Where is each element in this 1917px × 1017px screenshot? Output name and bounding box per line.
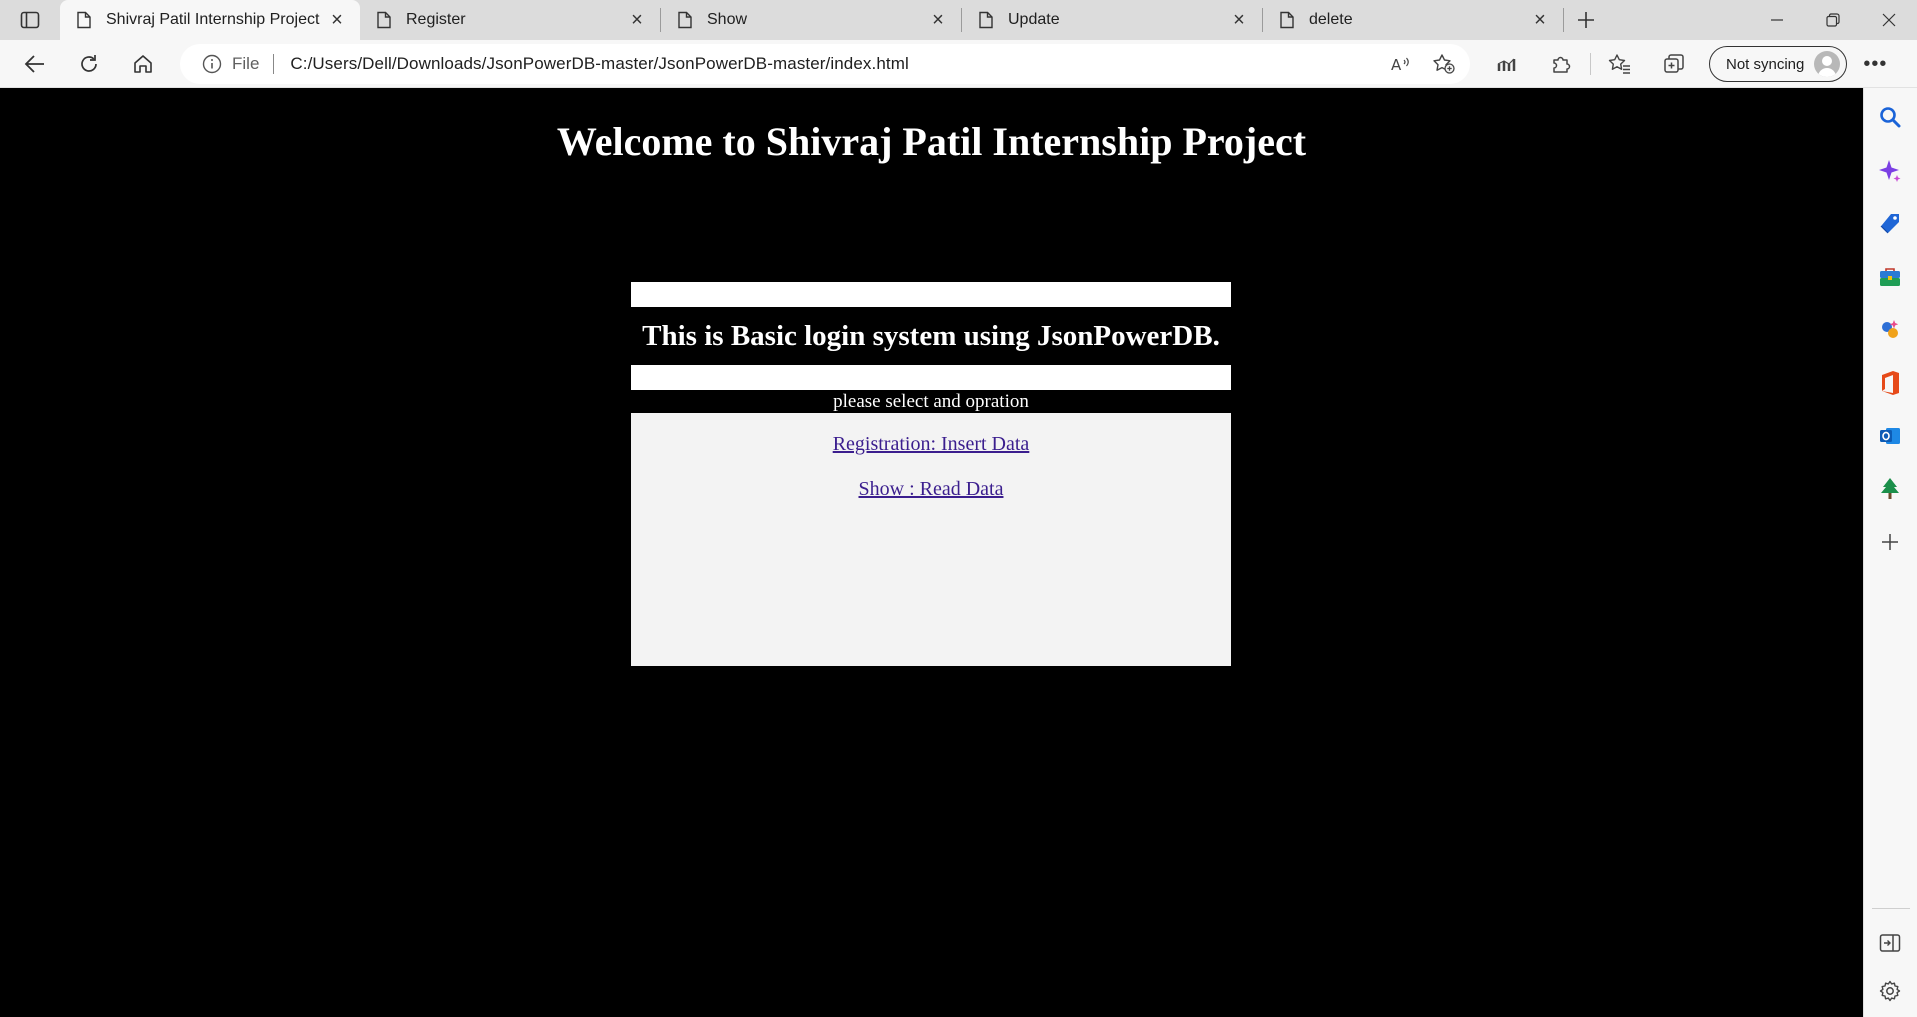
tab-show[interactable]: Show × [661, 0, 961, 40]
back-arrow-icon [24, 54, 44, 73]
hide-sidebar-button[interactable] [1877, 930, 1903, 956]
tab-title: Show [707, 11, 748, 28]
login-panel: This is Basic login system using JsonPow… [631, 282, 1231, 666]
operation-links: Registration: Insert Data Show : Read Da… [631, 413, 1231, 666]
add-sidebar-app-button[interactable] [1877, 529, 1903, 555]
scheme-label: File [232, 54, 260, 73]
performance-button[interactable] [1480, 40, 1534, 88]
favorites-button[interactable] [1593, 40, 1647, 88]
shopping-button[interactable] [1877, 211, 1903, 237]
close-icon[interactable]: × [328, 9, 346, 31]
drop-button[interactable] [1877, 476, 1903, 502]
edge-sidebar [1863, 88, 1917, 1017]
close-window-button[interactable] [1861, 0, 1917, 40]
puzzle-icon [1553, 56, 1571, 73]
toolbar-divider [1590, 53, 1591, 75]
tab-actions-icon [20, 11, 40, 29]
more-dots-icon: ••• [1863, 52, 1888, 75]
plus-icon [1578, 12, 1594, 28]
address-bar[interactable]: File C:/Users/Dell/Downloads/JsonPowerDB… [180, 44, 1470, 84]
close-icon[interactable]: × [929, 9, 947, 31]
games-icon [1882, 320, 1899, 338]
panel-mid-bar [631, 365, 1231, 390]
page-icon [979, 11, 993, 29]
show-link[interactable]: Show : Read Data [631, 478, 1231, 501]
close-icon[interactable]: × [1531, 9, 1549, 31]
performance-icon [1497, 58, 1516, 71]
svg-text:A: A [1391, 56, 1402, 74]
tools-button[interactable] [1877, 264, 1903, 290]
panel-top-bar [631, 282, 1231, 307]
new-tab-button[interactable] [1564, 0, 1608, 40]
tab-strip: Shivraj Patil Internship Project × Regis… [0, 0, 1917, 40]
search-icon [1880, 107, 1901, 128]
outlook-icon [1880, 428, 1900, 444]
minimize-icon [1771, 19, 1783, 21]
collections-button[interactable] [1647, 40, 1701, 88]
page-icon [377, 11, 391, 29]
back-button[interactable] [8, 40, 62, 88]
sidebar-divider [1872, 908, 1910, 909]
page-title: Welcome to Shivraj Patil Internship Proj… [556, 119, 1307, 164]
home-button[interactable] [116, 40, 170, 88]
address-actions: A [1390, 44, 1456, 84]
sync-status-label: Not syncing [1726, 55, 1805, 73]
minimize-button[interactable] [1749, 0, 1805, 40]
read-aloud-icon[interactable]: A [1390, 54, 1412, 74]
operation-prompt: please select and opration [631, 390, 1231, 413]
page-icon [77, 11, 91, 29]
address-divider [273, 54, 275, 74]
tab-shivraj-patil[interactable]: Shivraj Patil Internship Project × [60, 0, 360, 40]
window-controls [1749, 0, 1917, 40]
avatar [1814, 51, 1841, 77]
copilot-button[interactable] [1877, 158, 1903, 184]
close-icon [1882, 13, 1896, 27]
sidebar-settings-button[interactable] [1877, 978, 1903, 1004]
home-icon [134, 54, 152, 73]
sidebar-collapse-icon [1879, 934, 1901, 952]
search-button[interactable] [1877, 104, 1903, 130]
panel-subtitle: This is Basic login system using JsonPow… [631, 307, 1231, 365]
tab-delete[interactable]: delete × [1263, 0, 1563, 40]
tab-register[interactable]: Register × [360, 0, 660, 40]
collections-icon [1664, 54, 1684, 73]
toolbox-icon [1880, 268, 1900, 286]
tab-actions-button[interactable] [0, 0, 60, 40]
registration-link[interactable]: Registration: Insert Data [631, 433, 1231, 456]
close-icon[interactable]: × [628, 9, 646, 31]
favorites-icon [1608, 54, 1630, 74]
tree-icon [1881, 478, 1899, 499]
url-text[interactable]: C:/Users/Dell/Downloads/JsonPowerDB-mast… [290, 54, 908, 74]
tab-title: Register [406, 11, 466, 28]
settings-more-button[interactable]: ••• [1847, 40, 1903, 88]
tab-update[interactable]: Update × [962, 0, 1262, 40]
tab-title: Shivraj Patil Internship Project [106, 11, 320, 28]
refresh-icon [81, 54, 97, 72]
games-button[interactable] [1877, 317, 1903, 343]
restore-button[interactable] [1805, 0, 1861, 40]
restore-icon [1826, 13, 1840, 27]
refresh-button[interactable] [62, 40, 116, 88]
toolbar-right: Not syncing ••• [1480, 40, 1903, 88]
extensions-button[interactable] [1534, 40, 1588, 88]
office-icon [1882, 371, 1899, 395]
page-content: Welcome to Shivraj Patil Internship Proj… [0, 88, 1863, 1017]
sparkle-icon [1879, 160, 1901, 182]
tag-icon [1880, 214, 1899, 234]
gear-icon [1879, 980, 1901, 1002]
tab-title: Update [1008, 11, 1060, 28]
plus-icon [1882, 534, 1898, 550]
tab-title: delete [1309, 11, 1353, 28]
close-icon[interactable]: × [1230, 9, 1248, 31]
outlook-button[interactable] [1877, 423, 1903, 449]
page-icon [678, 11, 692, 29]
add-favorite-icon[interactable] [1432, 53, 1456, 75]
office-button[interactable] [1877, 370, 1903, 396]
browser-toolbar: File C:/Users/Dell/Downloads/JsonPowerDB… [0, 40, 1917, 88]
info-icon[interactable] [202, 54, 222, 74]
page-icon [1280, 11, 1294, 29]
profile-sync-button[interactable]: Not syncing [1709, 46, 1848, 82]
